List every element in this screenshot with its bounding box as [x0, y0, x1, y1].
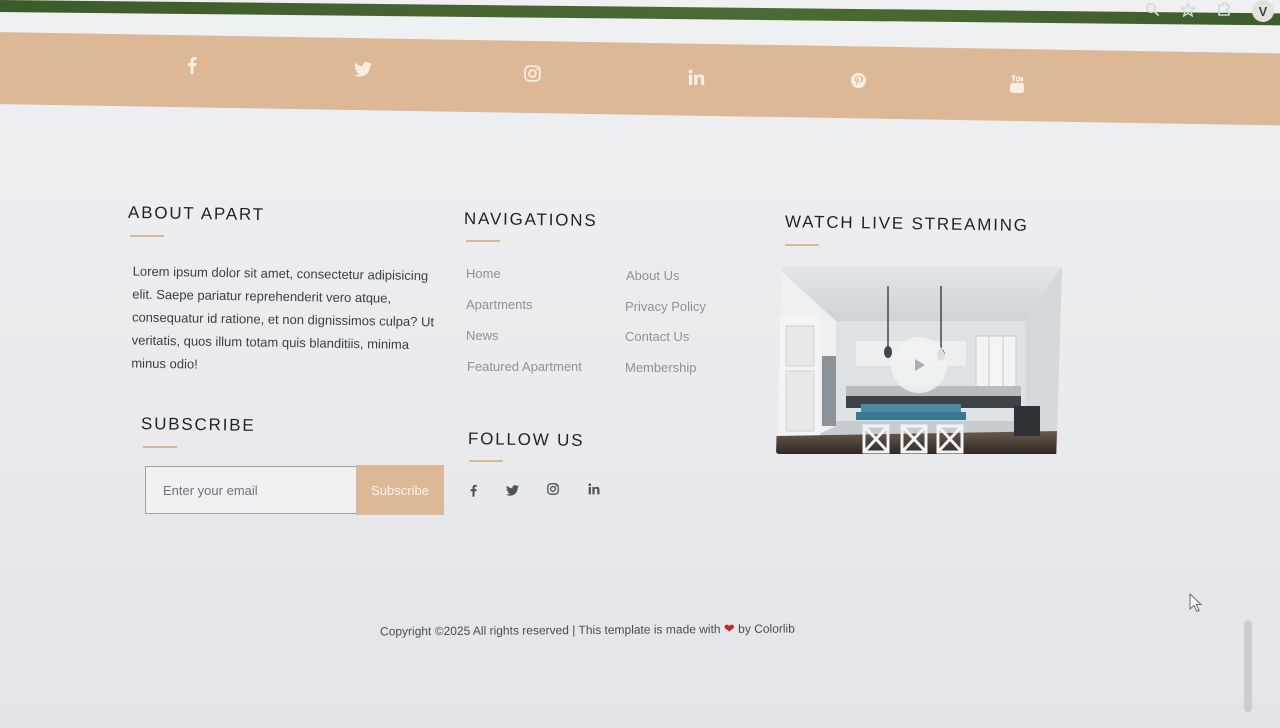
instagram-icon[interactable]	[520, 61, 544, 85]
follow-title-underline	[469, 460, 503, 462]
video-thumbnail[interactable]	[776, 266, 1062, 454]
play-icon	[915, 359, 925, 371]
pinterest-icon[interactable]	[846, 68, 870, 92]
play-button[interactable]	[891, 337, 947, 393]
instagram-icon[interactable]	[546, 482, 560, 496]
email-field[interactable]	[145, 466, 356, 514]
streaming-title: WATCH LIVE STREAMING	[784, 212, 1029, 235]
about-text: Lorem ipsum dolor sit amet, consectetur …	[131, 263, 435, 372]
heart-icon: ❤	[723, 620, 735, 637]
facebook-icon[interactable]	[466, 483, 480, 497]
twitter-icon[interactable]	[351, 57, 375, 81]
nav-link-home[interactable]: Home	[466, 266, 501, 281]
subscribe-title-underline	[143, 446, 177, 448]
linkedin-icon[interactable]	[587, 482, 601, 496]
nav-link-privacy-policy[interactable]: Privacy Policy	[625, 299, 706, 314]
subscribe-button[interactable]: Subscribe	[356, 465, 444, 515]
about-title-underline	[130, 235, 164, 237]
colorlib-link[interactable]: by Colorlib	[738, 622, 795, 636]
nav-link-apartments[interactable]: Apartments	[466, 297, 532, 312]
nav-link-membership[interactable]: Membership	[625, 360, 697, 375]
navigations-title-underline	[466, 240, 500, 242]
screen: V ABOUT APART Lorem ipsum dolor sit amet…	[0, 0, 1280, 728]
nav-link-contact-us[interactable]: Contact Us	[625, 329, 689, 344]
linkedin-icon[interactable]	[684, 65, 708, 89]
twitter-icon[interactable]	[505, 483, 519, 497]
social-band-icons	[0, 0, 1280, 120]
navigations-title: NAVIGATIONS	[463, 208, 598, 231]
copyright-prefix: Copyright ©2025 All rights reserved | Th…	[379, 622, 721, 639]
streaming-title-underline	[785, 244, 819, 246]
subscribe-form: Subscribe	[145, 465, 444, 516]
copyright-text: Copyright ©2025 All rights reserved | Th…	[380, 621, 795, 640]
nav-link-about-us[interactable]: About Us	[626, 268, 679, 283]
youtube-icon[interactable]	[1005, 72, 1029, 96]
subscribe-title: SUBSCRIBE	[140, 414, 256, 435]
nav-link-featured-apartment[interactable]: Featured Apartment	[467, 359, 582, 374]
about-title: ABOUT APART	[127, 202, 266, 225]
mouse-cursor-icon	[1189, 592, 1203, 618]
scrollbar[interactable]	[1244, 620, 1252, 712]
nav-link-news[interactable]: News	[466, 328, 499, 343]
follow-title: FOLLOW US	[467, 429, 585, 450]
facebook-icon[interactable]	[180, 53, 204, 77]
